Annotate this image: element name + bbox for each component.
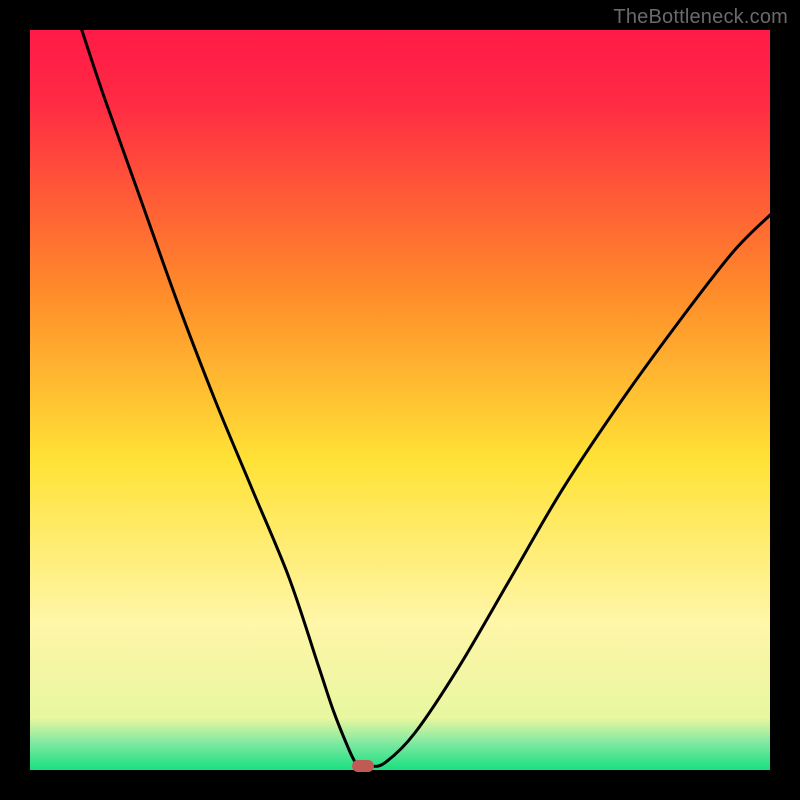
watermark-label: TheBottleneck.com	[613, 6, 788, 29]
plot-area	[30, 30, 770, 770]
chart-frame: TheBottleneck.com	[0, 0, 800, 800]
bottleneck-curve	[30, 30, 770, 770]
optimal-marker-icon	[352, 760, 374, 772]
